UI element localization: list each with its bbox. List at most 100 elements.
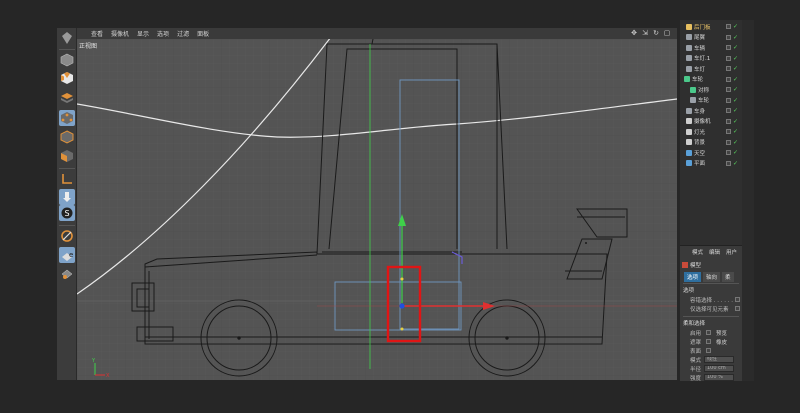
- visibility-toggle[interactable]: [726, 34, 731, 40]
- visibility-toggle[interactable]: [726, 97, 731, 103]
- enabled-check-icon[interactable]: ✓: [733, 97, 738, 104]
- soft-mode-select[interactable]: 线性: [704, 356, 734, 363]
- viewport-label: 正视图: [79, 43, 98, 50]
- soft-enable-checkbox[interactable]: [706, 330, 711, 335]
- menu-panel[interactable]: 面板: [197, 29, 209, 38]
- enabled-check-icon[interactable]: ✓: [733, 149, 738, 156]
- texture-mode-icon[interactable]: [59, 90, 75, 106]
- move-tool-icon[interactable]: [59, 30, 75, 46]
- point-handle-bottom[interactable]: [400, 327, 404, 331]
- viewport-nav-icons: ✥ ⇲ ↻ ▢: [630, 29, 671, 37]
- point-handle-top[interactable]: [400, 277, 404, 281]
- visibility-toggle[interactable]: [726, 118, 731, 124]
- menu-view[interactable]: 查看: [91, 29, 103, 38]
- maximize-icon[interactable]: ▢: [663, 29, 671, 37]
- visible-only-checkbox[interactable]: [735, 306, 740, 311]
- visibility-toggle[interactable]: [726, 66, 731, 71]
- workplane-icon[interactable]: [59, 228, 75, 244]
- object-pivot[interactable]: [399, 303, 405, 309]
- visibility-toggle[interactable]: [726, 150, 731, 155]
- object-row[interactable]: 平面 ✓: [680, 159, 742, 168]
- enabled-check-icon[interactable]: ✓: [733, 128, 738, 135]
- object-row[interactable]: 车轮 ✓: [680, 75, 742, 84]
- pan-icon[interactable]: ✥: [630, 29, 638, 37]
- enabled-check-icon[interactable]: ✓: [733, 86, 738, 93]
- soft-rubber-label: 橡皮: [716, 340, 728, 346]
- object-type-icon: [690, 97, 696, 103]
- tab-edit[interactable]: 编辑: [709, 248, 720, 257]
- visibility-toggle[interactable]: [726, 160, 731, 166]
- enabled-check-icon[interactable]: ✓: [733, 44, 738, 51]
- menu-display[interactable]: 显示: [137, 29, 149, 38]
- object-row[interactable]: 车辆 ✓: [680, 43, 742, 52]
- object-row[interactable]: 背景 ✓: [680, 138, 742, 147]
- menu-filter[interactable]: 过滤: [177, 29, 189, 38]
- edges-mode-icon[interactable]: [59, 129, 75, 145]
- enabled-check-icon[interactable]: ✓: [733, 107, 738, 114]
- object-type-icon: [686, 128, 692, 135]
- tolerant-selection-checkbox[interactable]: [735, 297, 740, 302]
- attribute-manager: 模式 编辑 用户 模型 选项 轴向 柔 选项 容错选择 . . . . . . …: [680, 245, 742, 381]
- soft-mask-checkbox[interactable]: [706, 339, 711, 344]
- object-row[interactable]: 灯光 ✓: [680, 127, 742, 136]
- object-type-icon: [686, 44, 692, 51]
- subtab-soft[interactable]: 柔: [722, 272, 734, 282]
- enabled-check-icon[interactable]: ✓: [733, 23, 738, 30]
- points-mode-icon[interactable]: [59, 110, 75, 126]
- divider: [683, 283, 739, 284]
- axis-mode-icon[interactable]: [59, 171, 75, 187]
- toolbar-separator: [59, 168, 75, 169]
- rotate-icon[interactable]: ↻: [652, 29, 660, 37]
- strength-field[interactable]: 100 %: [704, 374, 734, 381]
- object-row[interactable]: 尾翼 ✓: [680, 33, 742, 42]
- object-row[interactable]: 摄像机 ✓: [680, 117, 742, 126]
- object-name: 对称: [698, 87, 710, 94]
- subtab-options[interactable]: 选项: [684, 272, 702, 282]
- menu-options[interactable]: 选项: [157, 29, 169, 38]
- visibility-toggle[interactable]: [726, 24, 731, 29]
- enabled-check-icon[interactable]: ✓: [733, 55, 738, 62]
- polygons-mode-icon[interactable]: [59, 148, 75, 164]
- visibility-toggle[interactable]: [726, 55, 731, 61]
- object-row[interactable]: 车灯.1 ✓: [680, 54, 742, 63]
- object-row[interactable]: 对称 ✓: [680, 85, 742, 94]
- visibility-toggle[interactable]: [726, 108, 731, 113]
- object-name: 车身: [694, 108, 706, 115]
- tab-user[interactable]: 用户: [726, 248, 737, 257]
- tweak-mode-icon[interactable]: [59, 189, 75, 205]
- subtab-axis[interactable]: 轴向: [703, 272, 721, 282]
- front-viewport[interactable]: Y X 正视图: [77, 39, 677, 380]
- soft-mode-label: 模式: [690, 358, 702, 364]
- enabled-check-icon[interactable]: ✓: [733, 139, 738, 146]
- grid-plane-icon[interactable]: [59, 265, 75, 281]
- object-row[interactable]: 车身 ✓: [680, 106, 742, 115]
- checker-mode-icon[interactable]: [59, 70, 75, 86]
- tab-mode[interactable]: 模式: [692, 248, 703, 257]
- zoom-icon[interactable]: ⇲: [641, 29, 649, 37]
- radius-field[interactable]: 100 cm: [704, 365, 734, 372]
- object-row[interactable]: 天空 ✓: [680, 148, 742, 157]
- snap-icon[interactable]: S: [59, 205, 75, 221]
- enabled-check-icon[interactable]: ✓: [733, 65, 738, 72]
- enabled-check-icon[interactable]: ✓: [733, 34, 738, 41]
- menu-camera[interactable]: 摄像机: [111, 29, 129, 38]
- enabled-check-icon[interactable]: ✓: [733, 118, 738, 125]
- app-window: S e 查看 摄像机 显示 选项 过滤 面板 ✥ ⇲ ↻ ▢ Y X 正视图 后…: [0, 0, 800, 413]
- object-row[interactable]: 车轮 ✓: [680, 96, 742, 105]
- object-type-icon: [690, 86, 696, 93]
- svg-text:e: e: [69, 251, 73, 259]
- object-row[interactable]: 车灯 ✓: [680, 64, 742, 73]
- soft-surface-checkbox[interactable]: [706, 348, 711, 353]
- viewport-canvas[interactable]: Y X: [77, 39, 677, 380]
- visibility-toggle[interactable]: [726, 129, 731, 134]
- object-name: 车轮: [692, 77, 704, 83]
- enabled-check-icon[interactable]: ✓: [733, 160, 738, 167]
- visibility-toggle[interactable]: [726, 87, 731, 92]
- cube-mode-icon[interactable]: [59, 52, 75, 68]
- visibility-toggle[interactable]: [726, 139, 731, 145]
- visibility-toggle[interactable]: [726, 45, 731, 50]
- object-row[interactable]: 后门板 ✓: [680, 22, 742, 31]
- visibility-toggle[interactable]: [726, 76, 731, 82]
- lock-workplane-icon[interactable]: e: [59, 247, 75, 263]
- enabled-check-icon[interactable]: ✓: [733, 76, 738, 83]
